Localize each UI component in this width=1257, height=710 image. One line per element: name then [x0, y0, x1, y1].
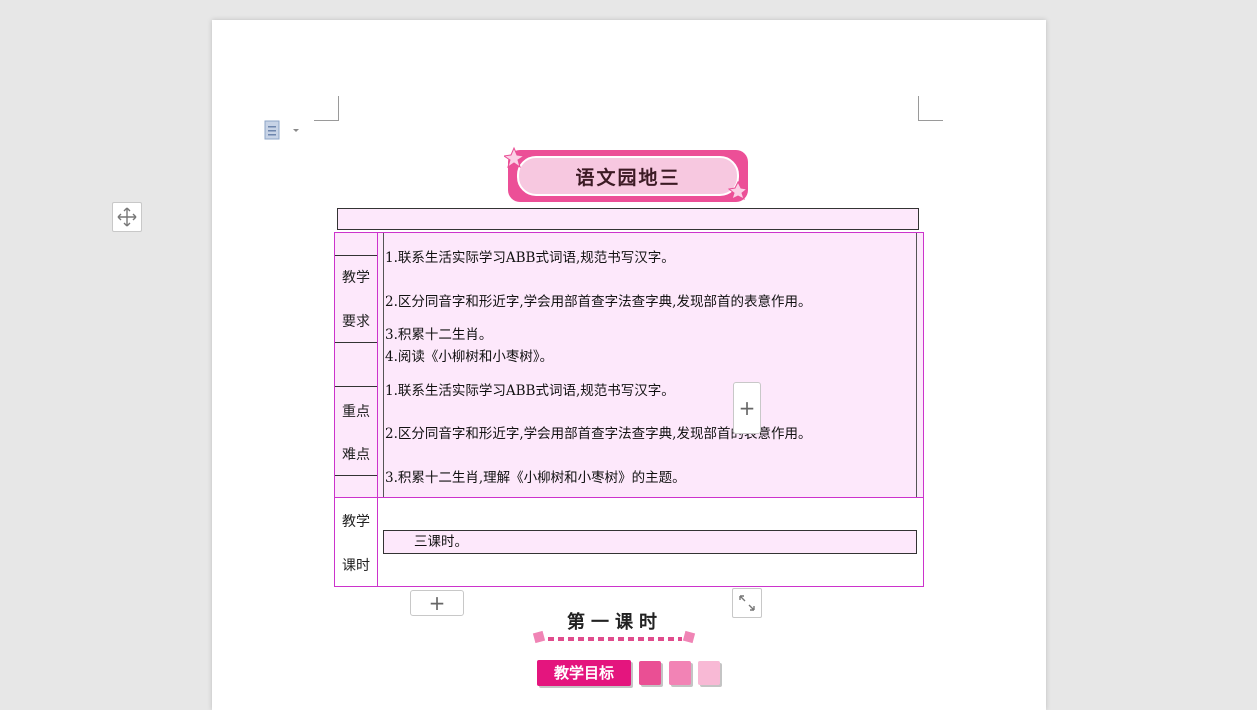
goal-decor-square-2 — [669, 661, 691, 685]
add-column-button[interactable]: + — [733, 382, 761, 434]
table-row-hours[interactable]: 教学 课时 三课时。 — [335, 498, 923, 586]
paste-options-icon[interactable] — [263, 120, 301, 142]
lesson-title-decoration — [532, 630, 698, 648]
hours-label-cell[interactable]: 教学 课时 — [335, 498, 378, 586]
requirements-line-4: 4.阅读《小柳树和小枣树》。 — [385, 349, 554, 365]
goal-decor-square-3 — [698, 661, 720, 685]
empty-text-box[interactable] — [337, 208, 919, 230]
goal-decor-square-1 — [639, 661, 661, 685]
requirements-line-1: 1.联系生活实际学习ABB式词语,规范书写汉字。 — [385, 250, 675, 266]
lesson-plan-table[interactable]: 教学 要求 1.联系生活实际学习ABB式词语,规范书写汉字。 2.区分同音字和形… — [334, 232, 924, 587]
table-row-requirements[interactable]: 教学 要求 1.联系生活实际学习ABB式词语,规范书写汉字。 2.区分同音字和形… — [335, 233, 923, 366]
crop-mark-top-left — [314, 96, 339, 121]
requirements-line-3: 3.积累十二生肖。 — [385, 327, 493, 343]
teaching-goal-tag: 教学目标 — [537, 660, 631, 686]
requirements-label-cell[interactable]: 教学 要求 — [335, 233, 378, 365]
table-row-key-points[interactable]: 重点 难点 1.联系生活实际学习ABB式词语,规范书写汉字。 2.区分同音字和形… — [335, 365, 923, 498]
key-points-line-3: 3.积累十二生肖,理解《小柳树和小枣树》的主题。 — [385, 470, 686, 486]
hours-label-top: 教学 — [342, 514, 370, 530]
table-resize-handle-icon[interactable] — [732, 588, 762, 618]
unit-title: 语文园地三 — [575, 166, 681, 189]
hours-label-bottom: 课时 — [342, 558, 370, 574]
key-points-label-bottom: 难点 — [342, 447, 370, 463]
requirements-label-top: 教学 — [342, 270, 370, 286]
requirements-line-2: 2.区分同音字和形近字,学会用部首查字法查字典,发现部首的表意作用。 — [385, 294, 812, 310]
crop-mark-top-right — [918, 96, 943, 121]
key-points-label-cell[interactable]: 重点 难点 — [335, 365, 378, 497]
key-points-line-1: 1.联系生活实际学习ABB式词语,规范书写汉字。 — [385, 383, 675, 399]
requirements-label-bottom: 要求 — [342, 314, 370, 330]
unit-title-banner: 语文园地三 — [502, 146, 752, 206]
table-move-handle-icon[interactable] — [112, 202, 142, 232]
hours-value[interactable]: 三课时。 — [383, 530, 917, 554]
key-points-label-top: 重点 — [342, 404, 370, 420]
add-row-button[interactable]: + — [410, 590, 464, 616]
